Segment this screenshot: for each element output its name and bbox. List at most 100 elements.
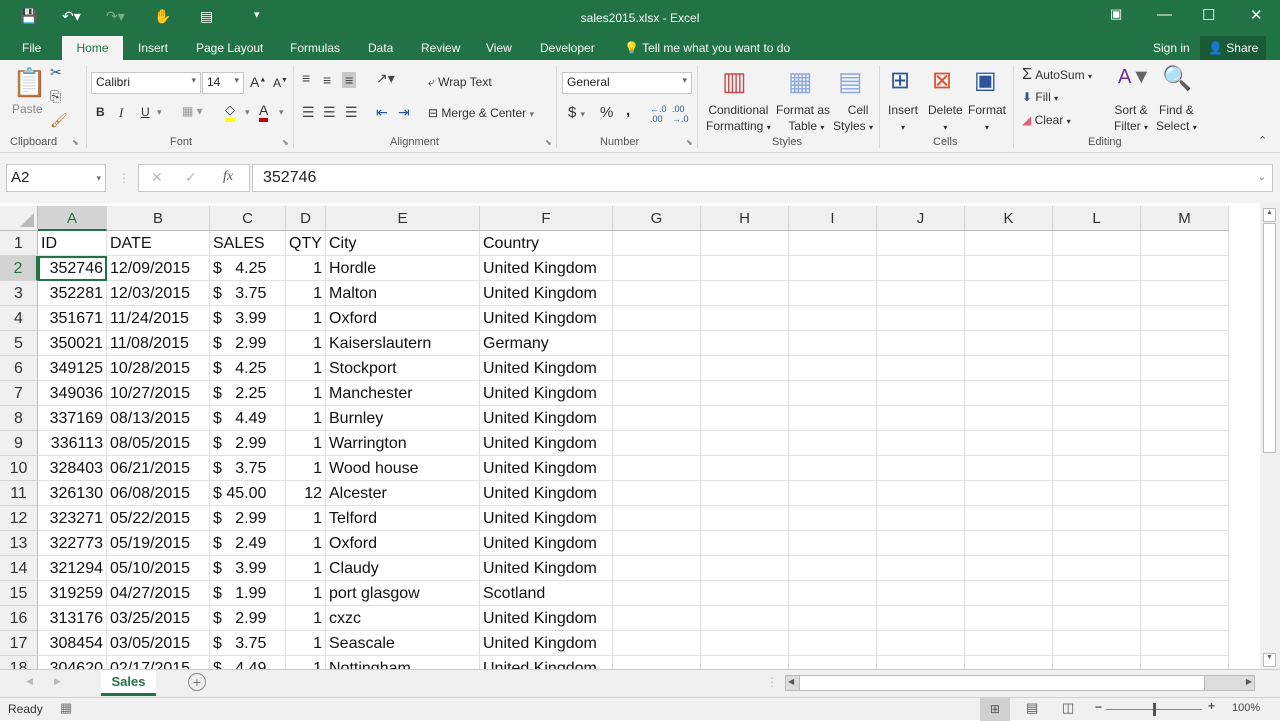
tab-page-layout[interactable]: Page Layout	[188, 39, 271, 57]
cell-j10[interactable]	[877, 456, 965, 481]
column-header-e[interactable]: E	[326, 206, 480, 231]
cancel-icon[interactable]: ✕	[151, 169, 163, 186]
cell-i2[interactable]	[789, 256, 877, 281]
cell-g5[interactable]	[613, 331, 701, 356]
cell-i15[interactable]	[789, 581, 877, 606]
cell-m17[interactable]	[1141, 631, 1229, 656]
cell-j14[interactable]	[877, 556, 965, 581]
cell-g15[interactable]	[613, 581, 701, 606]
cell-a13[interactable]: 322773	[38, 531, 107, 556]
cell-a1[interactable]: ID	[38, 231, 107, 256]
cell-c1[interactable]: SALES	[210, 231, 286, 256]
cell-k11[interactable]	[965, 481, 1053, 506]
cell-l3[interactable]	[1053, 281, 1141, 306]
cell-c2[interactable]: $ 4.25	[210, 256, 286, 281]
cell-f11[interactable]: United Kingdom	[480, 481, 613, 506]
cell-l4[interactable]	[1053, 306, 1141, 331]
italic-button[interactable]: I	[119, 105, 123, 121]
cell-k3[interactable]	[965, 281, 1053, 306]
paste-icon[interactable]: 📋	[12, 66, 47, 99]
orientation-icon[interactable]: ↗▾	[376, 70, 395, 87]
cell-k1[interactable]	[965, 231, 1053, 256]
cell-i1[interactable]	[789, 231, 877, 256]
cell-j1[interactable]	[877, 231, 965, 256]
cell-b2[interactable]: 12/09/2015	[107, 256, 210, 281]
cell-c5[interactable]: $ 2.99	[210, 331, 286, 356]
column-header-l[interactable]: L	[1053, 206, 1141, 231]
cell-m9[interactable]	[1141, 431, 1229, 456]
tab-formulas[interactable]: Formulas	[282, 39, 348, 57]
cell-d1[interactable]: QTY	[286, 231, 326, 256]
cell-l7[interactable]	[1053, 381, 1141, 406]
cell-j8[interactable]	[877, 406, 965, 431]
cell-e9[interactable]: Warrington	[326, 431, 480, 456]
cell-j3[interactable]	[877, 281, 965, 306]
cell-m8[interactable]	[1141, 406, 1229, 431]
cell-k5[interactable]	[965, 331, 1053, 356]
ribbon-display-icon[interactable]: ▣	[1110, 6, 1122, 22]
scroll-sheets-right-icon[interactable]: ▶	[54, 676, 61, 687]
cell-b10[interactable]: 06/21/2015	[107, 456, 210, 481]
font-color-icon[interactable]: A	[259, 102, 269, 122]
column-header-d[interactable]: D	[286, 206, 326, 231]
cell-h4[interactable]	[701, 306, 789, 331]
cell-d15[interactable]: 1	[286, 581, 326, 606]
format-cells-button[interactable]: Format ▾	[968, 102, 1006, 136]
cell-i7[interactable]	[789, 381, 877, 406]
row-header[interactable]: 7	[0, 381, 38, 406]
cell-e6[interactable]: Stockport	[326, 356, 480, 381]
cell-k17[interactable]	[965, 631, 1053, 656]
cell-g2[interactable]	[613, 256, 701, 281]
cell-d11[interactable]: 12	[286, 481, 326, 506]
align-top-icon[interactable]: ≡	[302, 70, 310, 86]
column-header-i[interactable]: I	[789, 206, 877, 231]
tab-file[interactable]: File	[14, 39, 49, 57]
cell-h18[interactable]	[701, 656, 789, 669]
cell-a6[interactable]: 349125	[38, 356, 107, 381]
cell-h2[interactable]	[701, 256, 789, 281]
cell-e2[interactable]: Hordle	[326, 256, 480, 281]
cell-g3[interactable]	[613, 281, 701, 306]
cell-b14[interactable]: 05/10/2015	[107, 556, 210, 581]
row-header[interactable]: 8	[0, 406, 38, 431]
row-header[interactable]: 3	[0, 281, 38, 306]
align-middle-icon[interactable]: ≡	[323, 72, 331, 88]
scroll-sheets-left-icon[interactable]: ◀	[26, 676, 33, 687]
sort-filter-button[interactable]: Sort & Filter ▾	[1114, 102, 1148, 136]
cell-b4[interactable]: 11/24/2015	[107, 306, 210, 331]
scroll-right-icon[interactable]: ▶	[1246, 677, 1252, 686]
cell-i13[interactable]	[789, 531, 877, 556]
cell-m16[interactable]	[1141, 606, 1229, 631]
tab-insert[interactable]: Insert	[130, 39, 176, 57]
underline-dropdown-icon[interactable]: ▾	[157, 107, 162, 118]
cell-m18[interactable]	[1141, 656, 1229, 669]
name-box[interactable]: A2 ▾	[6, 164, 106, 192]
row-header[interactable]: 2	[0, 256, 38, 281]
cut-icon[interactable]: ✂	[50, 64, 62, 81]
zoom-out-button[interactable]: −	[1095, 700, 1102, 714]
cell-j13[interactable]	[877, 531, 965, 556]
cell-m6[interactable]	[1141, 356, 1229, 381]
format-as-table-button[interactable]: Format as Table ▾	[776, 102, 830, 136]
conditional-formatting-button[interactable]: Conditional Formatting ▾	[706, 102, 771, 136]
autosum-button[interactable]: Σ AutoSum ▾	[1022, 66, 1092, 84]
cell-e8[interactable]: Burnley	[326, 406, 480, 431]
cell-c6[interactable]: $ 4.25	[210, 356, 286, 381]
cell-i17[interactable]	[789, 631, 877, 656]
cell-b9[interactable]: 08/05/2015	[107, 431, 210, 456]
cell-l5[interactable]	[1053, 331, 1141, 356]
cell-a11[interactable]: 326130	[38, 481, 107, 506]
tab-data[interactable]: Data	[360, 39, 401, 57]
cell-f6[interactable]: United Kingdom	[480, 356, 613, 381]
expand-formula-icon[interactable]: ⌄	[1258, 167, 1266, 189]
cell-e5[interactable]: Kaiserslautern	[326, 331, 480, 356]
cell-i5[interactable]	[789, 331, 877, 356]
cell-e16[interactable]: cxzc	[326, 606, 480, 631]
cell-c18[interactable]: $ 4.49	[210, 656, 286, 669]
scroll-left-icon[interactable]: ◀	[788, 677, 794, 686]
cell-c17[interactable]: $ 3.75	[210, 631, 286, 656]
cell-c13[interactable]: $ 2.49	[210, 531, 286, 556]
cell-j11[interactable]	[877, 481, 965, 506]
fill-color-icon[interactable]: ◇	[225, 102, 235, 122]
cell-e12[interactable]: Telford	[326, 506, 480, 531]
